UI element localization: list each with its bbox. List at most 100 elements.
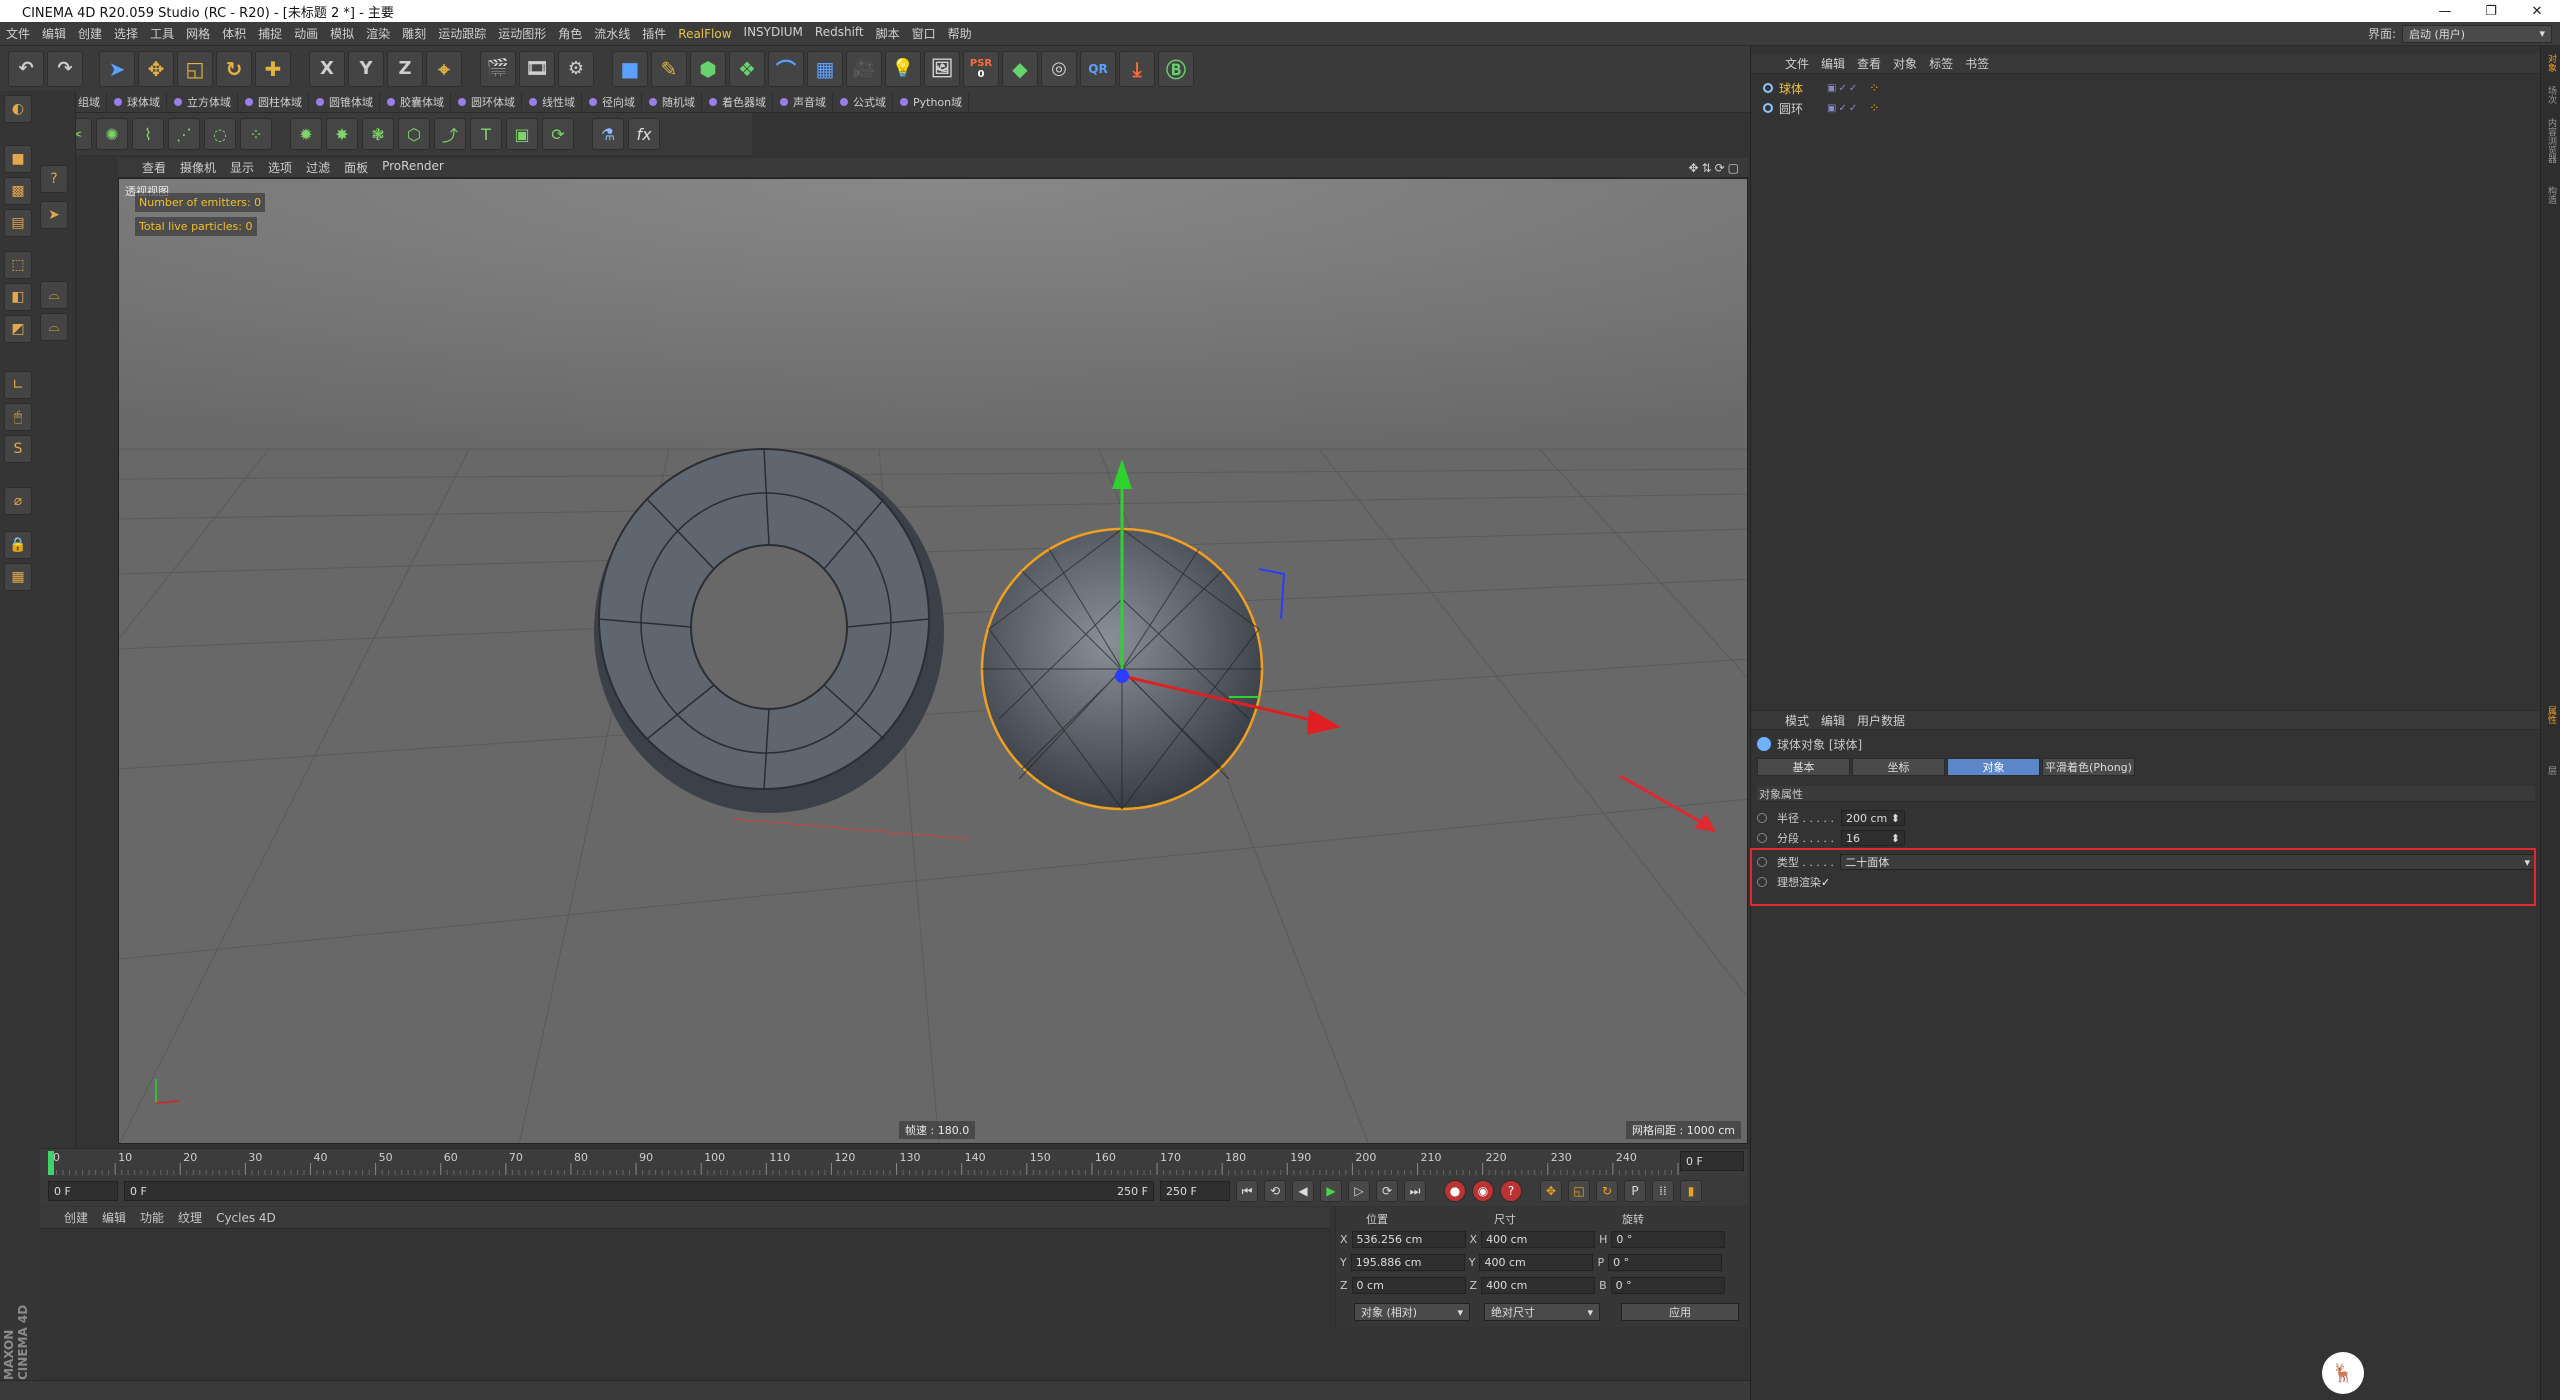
end-frame-field[interactable]: 250 F [1160, 1181, 1230, 1201]
workplane-button[interactable]: ▤ [4, 209, 32, 237]
menu-item[interactable]: 选择 [108, 25, 144, 42]
qr-button[interactable]: QR [1080, 50, 1116, 87]
next-key-button[interactable]: ⟳ [1376, 1180, 1398, 1202]
menu-item[interactable]: 运动图形 [492, 25, 552, 42]
subdivision-button[interactable]: ⬢ [690, 50, 726, 87]
menu-item[interactable]: INSYDIUM [738, 25, 809, 42]
field-button[interactable]: 胶囊体域 [382, 92, 451, 111]
menu-item[interactable]: 角色 [552, 25, 588, 42]
menu-item[interactable]: 捕捉 [252, 25, 288, 42]
points-mode-button[interactable]: ⬚ [4, 251, 32, 279]
go-end-button[interactable]: ⏭ [1404, 1180, 1426, 1202]
rotate-tool-button[interactable]: ↻ [216, 50, 252, 87]
menu-item[interactable]: 帮助 [942, 25, 978, 42]
range-slider[interactable]: 0 F 250 F [124, 1181, 1154, 1201]
attribute-tab[interactable]: 基本 [1757, 758, 1850, 776]
menu-item[interactable]: 脚本 [870, 25, 906, 42]
prev-key-button[interactable]: ⟲ [1264, 1180, 1286, 1202]
visibility-flags-icon[interactable]: ▣✓✓ [1827, 83, 1859, 94]
menu-item[interactable]: 网格 [180, 25, 216, 42]
visibility-flags-icon[interactable]: ▣✓✓ [1827, 103, 1859, 114]
cube-button[interactable]: ■ [612, 50, 648, 87]
viewport-menu-item[interactable]: 查看 [142, 159, 166, 176]
key-rotation-button[interactable]: ↻ [1596, 1180, 1618, 1202]
texture-mode-button[interactable]: ▩ [4, 177, 32, 205]
playhead[interactable] [48, 1151, 54, 1175]
array-button[interactable]: ❖ [729, 50, 765, 87]
key-pla-button[interactable]: ⁞⁞ [1652, 1180, 1674, 1202]
light-button[interactable]: 💡 [885, 50, 921, 87]
psr-button[interactable]: PSR 0 [963, 50, 999, 87]
spline-arc-button[interactable]: ⋰ [168, 118, 200, 150]
field-button[interactable]: 球体域 [109, 92, 167, 111]
field-button[interactable]: 圆锥体域 [311, 92, 380, 111]
cloner-button[interactable]: ✸ [326, 118, 358, 150]
menu-item[interactable]: 动画 [288, 25, 324, 42]
menu-item[interactable]: 模拟 [324, 25, 360, 42]
render-view-button[interactable]: 🎬 [480, 50, 516, 87]
start-frame-field[interactable]: 0 F [48, 1181, 118, 1201]
recent-tool-button[interactable]: ✚ [255, 50, 291, 87]
menu-item[interactable]: 渲染 [360, 25, 396, 42]
attribute-tab[interactable]: 对象 [1947, 758, 2040, 776]
menu-item[interactable]: 文件 [0, 25, 36, 42]
size-mode-select[interactable]: 绝对尺寸 ▾ [1484, 1303, 1600, 1321]
field-button[interactable]: 立方体域 [169, 92, 238, 111]
magnet-button[interactable]: ⌀ [4, 487, 32, 515]
field-button[interactable]: Python域 [895, 92, 970, 111]
attribute-menu-item[interactable]: 编辑 [1821, 712, 1845, 729]
material-menu-item[interactable]: 编辑 [102, 1209, 126, 1226]
grid-workplane-button[interactable]: ▦ [4, 563, 32, 591]
emitter-button[interactable]: ✹ [290, 118, 322, 150]
effector-button[interactable]: fx [628, 118, 660, 150]
fracture-button[interactable]: ❃ [362, 118, 394, 150]
segments-anim-radio[interactable] [1757, 833, 1767, 843]
field-button[interactable]: 公式域 [835, 92, 893, 111]
viewport-menu-item[interactable]: 过滤 [306, 159, 330, 176]
size-field[interactable]: 400 cm [1481, 1230, 1596, 1248]
apply-button[interactable]: 应用 [1621, 1303, 1739, 1321]
circle-spline-button[interactable]: ◌ [204, 118, 236, 150]
select-tool-button[interactable]: ➤ [99, 50, 135, 87]
field-button[interactable]: 圆柱体域 [240, 92, 309, 111]
viewport-perspective[interactable]: 透视视图 Number of emitters: 0 Total live pa… [118, 178, 1748, 1144]
grid-spline-button[interactable]: ⁘ [240, 118, 272, 150]
magnet-tool-button[interactable]: ⌓ [40, 313, 68, 341]
right-tab[interactable]: 内容浏览器 [2544, 118, 2558, 163]
text-button[interactable]: T [470, 118, 502, 150]
restore-button[interactable]: ❐ [2468, 4, 2514, 19]
menu-item[interactable]: 运动跟踪 [432, 25, 492, 42]
field-button[interactable]: 声音域 [775, 92, 833, 111]
menu-item[interactable]: 创建 [72, 25, 108, 42]
right-tab[interactable]: 对象 [2544, 54, 2558, 72]
right-tab[interactable]: 场次 [2544, 86, 2558, 104]
key-position-button[interactable]: ✥ [1540, 1180, 1562, 1202]
right-tab[interactable]: 构造 [2544, 186, 2558, 204]
attribute-tab[interactable]: 坐标 [1852, 758, 1945, 776]
axis-mode-button[interactable]: ∟ [4, 371, 32, 399]
key-scale-button[interactable]: ◱ [1568, 1180, 1590, 1202]
record-button[interactable]: ● [1444, 1180, 1466, 1202]
xpresso-button[interactable]: ◆ [1002, 50, 1038, 87]
redo-button[interactable]: ↷ [47, 50, 83, 87]
go-start-button[interactable]: ⏮ [1236, 1180, 1258, 1202]
matrix-button[interactable]: ⬡ [398, 118, 430, 150]
drop-button[interactable]: ⤓ [1119, 50, 1155, 87]
play-button[interactable]: ▶ [1320, 1180, 1342, 1202]
y-axis-button[interactable]: Y [348, 50, 384, 87]
render-picture-viewer-button[interactable]: 🎞 [519, 50, 555, 87]
tracer-button[interactable]: ⤴ [434, 118, 466, 150]
material-menu-item[interactable]: 纹理 [178, 1209, 202, 1226]
autokey-button[interactable]: ◉ [1472, 1180, 1494, 1202]
rotation-field[interactable]: 0 ° [1608, 1253, 1723, 1271]
viewport-menu-item[interactable]: 摄像机 [180, 159, 216, 176]
timeline-window-button[interactable]: ▮ [1680, 1180, 1702, 1202]
sculpt-button[interactable]: ⚗ [592, 118, 624, 150]
material-menu-item[interactable]: Cycles 4D [216, 1211, 276, 1225]
menu-item[interactable]: Redshift [809, 25, 870, 42]
rotation-field[interactable]: 0 ° [1610, 1276, 1725, 1294]
menu-item[interactable]: 插件 [636, 25, 672, 42]
size-field[interactable]: 400 cm [1481, 1276, 1596, 1294]
z-axis-button[interactable]: Z [387, 50, 423, 87]
position-field[interactable]: 195.886 cm [1350, 1253, 1465, 1271]
